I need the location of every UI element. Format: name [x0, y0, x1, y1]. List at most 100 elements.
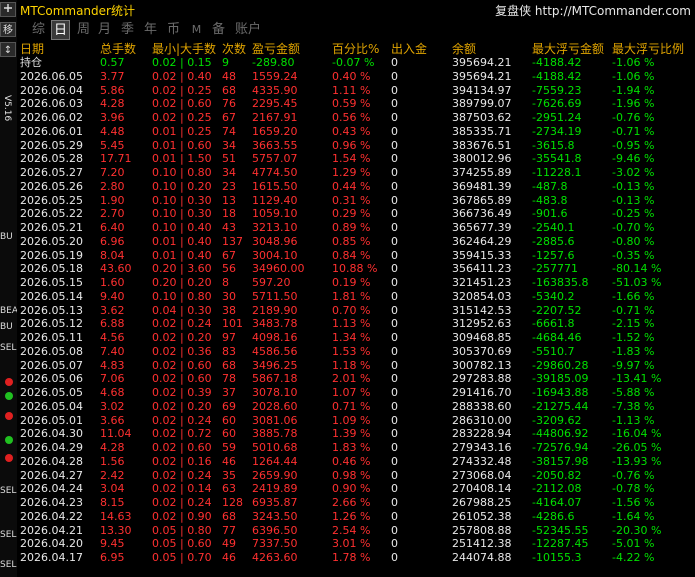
- cell-pct: 1.26 %: [332, 509, 371, 523]
- tab-backup[interactable]: 备: [209, 20, 228, 40]
- move-button[interactable]: 移: [0, 22, 16, 37]
- tab-summary[interactable]: 综: [29, 20, 48, 40]
- table-row[interactable]: 2026.05.22 2.70 0.10 | 0.30 18 1059.10 0.29 %…: [20, 207, 695, 221]
- cell-date: 2026.04.23: [20, 496, 83, 509]
- cell-count: 68: [222, 358, 236, 372]
- table-row[interactable]: 2026.06.03 4.28 0.02 | 0.60 76 2295.45 0.59 %…: [20, 97, 695, 111]
- cell-pnl: 5867.18: [252, 372, 298, 386]
- cell-date: 2026.04.24: [20, 482, 83, 496]
- tab-account[interactable]: 账户: [231, 20, 265, 40]
- scroll-button[interactable]: ↕: [0, 42, 16, 57]
- table-row[interactable]: 2026.04.21 13.30 0.05 | 0.80 77 6396.50 2.54 …: [20, 524, 695, 538]
- tab-year[interactable]: 年: [141, 20, 160, 40]
- col-date: 日期: [20, 42, 45, 56]
- cell-maxddpct: -0.80 %: [612, 234, 655, 248]
- table-row[interactable]: 2026.04.29 4.28 0.02 | 0.60 59 5010.68 1.83 %…: [20, 441, 695, 455]
- version-label: V5.16: [2, 95, 12, 122]
- cell-minmax: 0.10 | 0.30: [152, 193, 212, 207]
- cell-minmax: 0.10 | 0.80: [152, 289, 212, 303]
- cell-count: 69: [222, 399, 236, 413]
- cell-io: 0: [391, 454, 398, 468]
- table-row[interactable]: 2026.05.18 43.60 0.20 | 3.60 56 34960.00 10.8…: [20, 262, 695, 276]
- cell-maxdd: -1257.6: [532, 248, 575, 262]
- tab-quarter[interactable]: 季: [118, 20, 137, 40]
- summary-row[interactable]: 持仓 0.57 0.02 | 0.15 9 -289.80 -0.07 % 0 …: [20, 56, 695, 70]
- col-lots: 总手数: [100, 42, 137, 56]
- cell-balance: 274332.48: [452, 454, 512, 468]
- table-row[interactable]: 2026.05.19 8.04 0.01 | 0.40 67 3004.10 0.84 %…: [20, 249, 695, 263]
- cell-minmax: 0.02 | 0.36: [152, 344, 212, 358]
- cell-lots: 9.40: [100, 289, 125, 303]
- table-row[interactable]: 2026.05.01 3.66 0.02 | 0.24 60 3081.06 1.09 %…: [20, 414, 695, 428]
- cell-maxdd: -38157.98: [532, 454, 589, 468]
- tab-week[interactable]: 周: [74, 20, 93, 40]
- table-row[interactable]: 2026.04.20 9.45 0.05 | 0.60 49 7337.50 3.01 %…: [20, 537, 695, 551]
- table-row[interactable]: 2026.04.22 14.63 0.02 | 0.90 68 3243.50 1.26 …: [20, 510, 695, 524]
- table-row[interactable]: 2026.06.02 3.96 0.02 | 0.25 67 2167.91 0.56 %…: [20, 111, 695, 125]
- cell-minmax: 0.02 | 0.60: [152, 372, 212, 386]
- tab-month[interactable]: 月: [95, 20, 114, 40]
- cell-count: 68: [222, 83, 236, 97]
- cell-lots: 3.62: [100, 303, 125, 317]
- cell-date: 2026.05.07: [20, 358, 83, 372]
- table-row[interactable]: 2026.06.05 3.77 0.02 | 0.40 48 1559.24 0.40 %…: [20, 70, 695, 84]
- cell-balance: 356411.23: [452, 262, 512, 276]
- cell-maxdd: -4188.42: [532, 56, 582, 69]
- table-row[interactable]: 2026.05.13 3.62 0.04 | 0.30 38 2189.90 0.70 %…: [20, 304, 695, 318]
- table-row[interactable]: 2026.05.28 17.71 0.01 | 1.50 51 5757.07 1.54 …: [20, 152, 695, 166]
- table-row[interactable]: 2026.04.30 11.04 0.02 | 0.72 60 3885.78 1.39 …: [20, 427, 695, 441]
- tab-currency[interactable]: 币: [164, 20, 183, 40]
- table-row[interactable]: 2026.04.23 8.15 0.02 | 0.24 128 6935.87 2.66 …: [20, 496, 695, 510]
- table-row[interactable]: 2026.06.04 5.86 0.02 | 0.25 68 4335.90 1.11 %…: [20, 84, 695, 98]
- cell-pnl: 2419.89: [252, 482, 298, 496]
- table-row[interactable]: 2026.05.12 6.88 0.02 | 0.24 101 3483.78 1.13 …: [20, 317, 695, 331]
- site-link[interactable]: 复盘侠 http://MTCommander.com: [495, 2, 691, 19]
- cell-maxddpct: -1.52 %: [612, 331, 655, 344]
- table-row[interactable]: 2026.04.28 1.56 0.02 | 0.16 46 1264.44 0.46 %…: [20, 455, 695, 469]
- table-row[interactable]: 2026.04.27 2.42 0.02 | 0.24 35 2659.90 0.98 %…: [20, 469, 695, 483]
- table-row[interactable]: 2026.05.20 6.96 0.01 | 0.40 137 3048.96 0.85 …: [20, 235, 695, 249]
- small-button-1[interactable]: [0, 2, 16, 17]
- table-row[interactable]: 2026.05.29 5.45 0.01 | 0.60 34 3663.55 0.96 %…: [20, 139, 695, 153]
- cell-minmax: 0.02 | 0.72: [152, 427, 212, 441]
- cell-io: 0: [391, 496, 398, 509]
- cell-maxdd: -2885.6: [532, 234, 575, 248]
- cell-lots: 6.40: [100, 221, 125, 234]
- table-row[interactable]: 2026.05.14 9.40 0.10 | 0.80 30 5711.50 1.81 %…: [20, 290, 695, 304]
- table-row[interactable]: 2026.05.15 1.60 0.20 | 0.20 8 597.20 0.19 % 0 3…: [20, 276, 695, 290]
- table-row[interactable]: 2026.06.01 4.48 0.01 | 0.25 74 1659.20 0.43 %…: [20, 125, 695, 139]
- cell-date: 持仓: [20, 56, 42, 69]
- cell-count: 60: [222, 413, 236, 427]
- cell-pnl: 2295.45: [252, 97, 298, 111]
- table-row[interactable]: 2026.05.27 7.20 0.10 | 0.80 34 4774.50 1.29 %…: [20, 166, 695, 180]
- cell-maxdd: -2951.24: [532, 111, 582, 124]
- table-row[interactable]: 2026.05.08 7.40 0.02 | 0.36 83 4586.56 1.53 %…: [20, 345, 695, 359]
- table-row[interactable]: 2026.05.25 1.90 0.10 | 0.30 13 1129.40 0.31 %…: [20, 194, 695, 208]
- table-row[interactable]: 2026.05.11 4.56 0.02 | 0.20 97 4098.16 1.34 %…: [20, 331, 695, 345]
- cell-io: 0: [391, 166, 398, 179]
- table-row[interactable]: 2026.05.21 6.40 0.10 | 0.40 43 3213.10 0.89 %…: [20, 221, 695, 235]
- tab-day[interactable]: 日: [51, 20, 70, 40]
- table-row[interactable]: 2026.05.05 4.68 0.02 | 0.39 37 3078.10 1.07 %…: [20, 386, 695, 400]
- cell-count: 30: [222, 289, 236, 303]
- table-row[interactable]: 2026.05.06 7.06 0.02 | 0.60 78 5867.18 2.01 %…: [20, 372, 695, 386]
- cell-count: 46: [222, 551, 236, 564]
- cell-io: 0: [391, 193, 398, 207]
- cell-maxdd: -3615.8: [532, 138, 575, 152]
- col-io: 出入金: [391, 42, 428, 56]
- cell-maxddpct: -1.94 %: [612, 83, 655, 97]
- cell-balance: 320854.03: [452, 289, 512, 303]
- table-row[interactable]: 2026.04.24 3.04 0.02 | 0.14 63 2419.89 0.90 %…: [20, 482, 695, 496]
- cell-pct: 0.84 %: [332, 248, 371, 262]
- table-row[interactable]: 2026.05.07 4.83 0.02 | 0.60 68 3496.25 1.18 %…: [20, 359, 695, 373]
- cell-balance: 297283.88: [452, 372, 512, 386]
- table-row[interactable]: 2026.04.17 6.95 0.05 | 0.70 46 4263.60 1.78 %…: [20, 551, 695, 565]
- table-row[interactable]: 2026.05.26 2.80 0.10 | 0.20 23 1615.50 0.44 %…: [20, 180, 695, 194]
- daily-stats-table: 日期 总手数 最小|大手数 次数 盈亏金额 百分比% 出入金 余额 最大浮亏金额…: [20, 42, 695, 565]
- cell-balance: 369481.39: [452, 179, 512, 193]
- table-row[interactable]: 2026.05.04 3.02 0.02 | 0.20 69 2028.60 0.71 %…: [20, 400, 695, 414]
- cell-date: 2026.05.15: [20, 276, 83, 289]
- cell-io: 0: [391, 289, 398, 303]
- cell-count: 128: [222, 496, 243, 509]
- tab-m[interactable]: M: [187, 20, 206, 40]
